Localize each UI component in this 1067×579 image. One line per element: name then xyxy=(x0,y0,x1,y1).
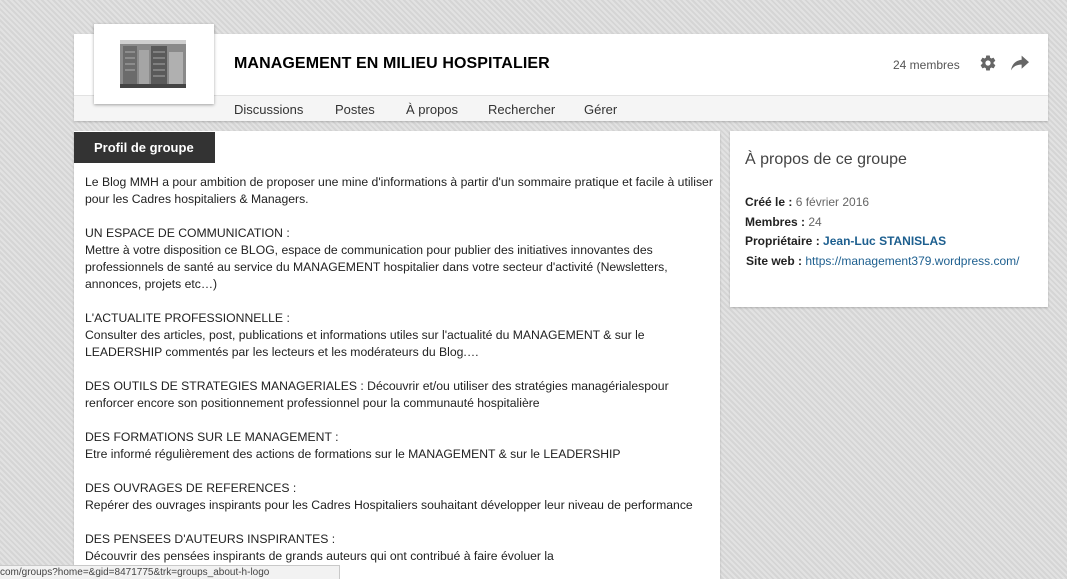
group-logo[interactable] xyxy=(94,24,214,104)
group-nav: Discussions Postes À propos Rechercher G… xyxy=(74,95,1048,121)
owner-row: Propriétaire : Jean-Luc STANISLAS xyxy=(745,234,946,248)
created-row: Créé le : 6 février 2016 xyxy=(745,195,869,209)
owner-link[interactable]: Jean-Luc STANISLAS xyxy=(823,234,946,248)
nav-discussions[interactable]: Discussions xyxy=(234,102,303,117)
share-icon[interactable] xyxy=(1010,54,1030,77)
header-top: MANAGEMENT EN MILIEU HOSPITALIER 24 memb… xyxy=(74,24,1048,104)
created-value: 6 février 2016 xyxy=(795,195,870,209)
members-row: Membres : 24 xyxy=(745,215,822,229)
group-title: MANAGEMENT EN MILIEU HOSPITALIER xyxy=(234,55,550,72)
about-title: À propos de ce groupe xyxy=(745,151,907,168)
owner-label: Propriétaire : xyxy=(745,234,820,248)
site-link[interactable]: https://management379.wordpress.com/ xyxy=(805,254,1019,268)
members-label: Membres : xyxy=(745,215,806,229)
group-description: Le Blog MMH a pour ambition de proposer … xyxy=(85,175,713,563)
site-row: Site web : https://management379.wordpre… xyxy=(746,254,1019,268)
group-logo-image xyxy=(120,40,186,88)
group-header: MANAGEMENT EN MILIEU HOSPITALIER 24 memb… xyxy=(74,24,1048,121)
status-bar-url: com/groups?home=&gid=8471775&trk=groups_… xyxy=(0,565,340,579)
nav-rechercher[interactable]: Rechercher xyxy=(488,102,555,117)
group-profile-card: Profil de groupe Le Blog MMH a pour ambi… xyxy=(74,131,720,579)
nav-gerer[interactable]: Gérer xyxy=(584,102,617,117)
nav-postes[interactable]: Postes xyxy=(335,102,375,117)
created-label: Créé le : xyxy=(745,195,793,209)
about-group-card: À propos de ce groupe Créé le : 6 févrie… xyxy=(730,131,1048,307)
members-value: 24 xyxy=(808,215,822,229)
settings-icon[interactable] xyxy=(979,54,997,77)
members-count[interactable]: 24 membres xyxy=(893,58,960,72)
site-label: Site web : xyxy=(746,254,803,268)
profile-tab[interactable]: Profil de groupe xyxy=(74,132,215,163)
nav-a-propos[interactable]: À propos xyxy=(406,102,458,117)
